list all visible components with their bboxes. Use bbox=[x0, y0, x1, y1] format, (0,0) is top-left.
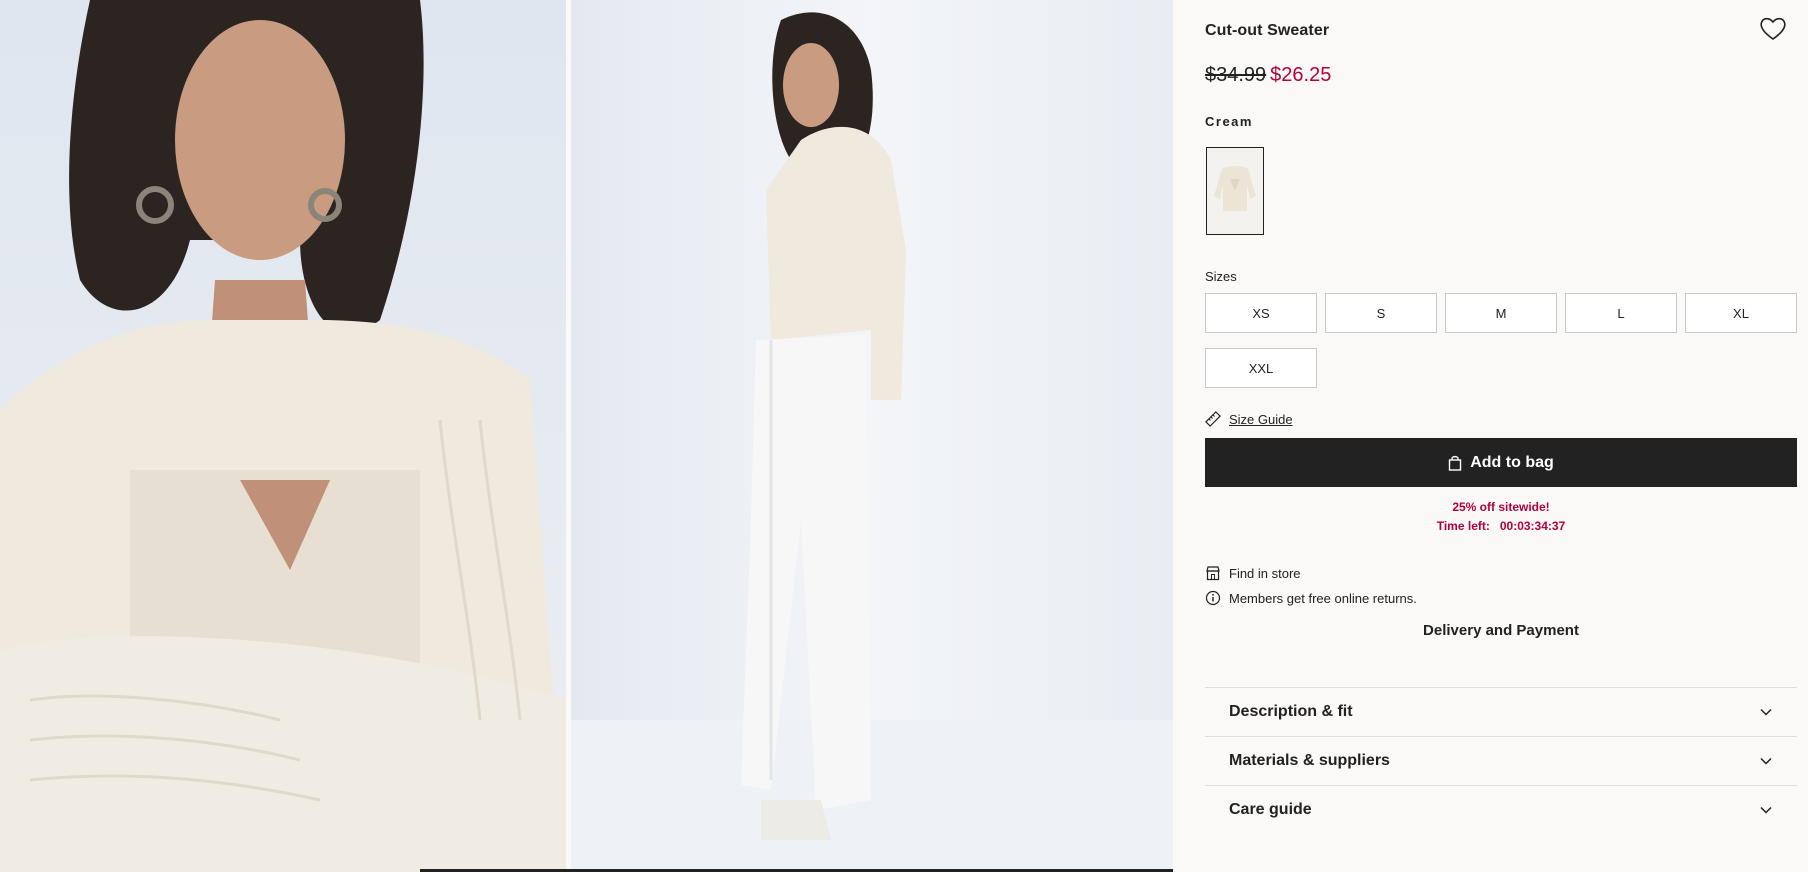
returns-info: Members get free online returns. bbox=[1205, 590, 1417, 606]
size-option-xl[interactable]: XL bbox=[1685, 293, 1797, 333]
product-image-closeup[interactable] bbox=[0, 0, 566, 872]
promo-banner: 25% off sitewide! Time left: 00:03:34:37 bbox=[1205, 498, 1797, 536]
countdown-value: 00:03:34:37 bbox=[1499, 519, 1566, 533]
countdown-label: Time left: bbox=[1436, 519, 1490, 533]
accordion-label: Care guide bbox=[1229, 801, 1312, 818]
product-info-panel: Cut-out Sweater $34.99 $26.25 Cream Sizes… bbox=[1205, 0, 1797, 872]
add-to-bag-label: Add to bag bbox=[1470, 453, 1554, 471]
ruler-icon bbox=[1205, 411, 1221, 427]
size-option-l[interactable]: L bbox=[1565, 293, 1677, 333]
price-block: $34.99 $26.25 bbox=[1205, 64, 1331, 87]
chevron-down-icon bbox=[1760, 708, 1772, 716]
find-in-store-link[interactable]: Find in store bbox=[1205, 565, 1301, 581]
size-guide-link[interactable]: Size Guide bbox=[1205, 411, 1293, 427]
promo-countdown: Time left: 00:03:34:37 bbox=[1205, 517, 1797, 536]
find-in-store-label: Find in store bbox=[1229, 565, 1301, 581]
chevron-down-icon bbox=[1760, 757, 1772, 765]
selected-color-label: Cream bbox=[1205, 114, 1253, 129]
product-title: Cut-out Sweater bbox=[1205, 22, 1330, 39]
accordion-materials-suppliers[interactable]: Materials & suppliers bbox=[1205, 736, 1797, 785]
info-icon bbox=[1205, 590, 1221, 606]
chevron-down-icon bbox=[1760, 806, 1772, 814]
sweater-thumbnail bbox=[1210, 151, 1260, 231]
returns-label: Members get free online returns. bbox=[1229, 590, 1417, 606]
size-option-xs[interactable]: XS bbox=[1205, 293, 1317, 333]
size-guide-label: Size Guide bbox=[1229, 411, 1293, 427]
size-option-s[interactable]: S bbox=[1325, 293, 1437, 333]
favorite-button[interactable] bbox=[1759, 16, 1787, 42]
promo-headline: 25% off sitewide! bbox=[1452, 500, 1550, 514]
color-swatch-cream[interactable] bbox=[1206, 147, 1264, 235]
product-image-full-body[interactable] bbox=[571, 0, 1173, 872]
size-option-xxl[interactable]: XXL bbox=[1205, 348, 1317, 388]
accordion-label: Description & fit bbox=[1229, 703, 1353, 720]
original-price: $34.99 bbox=[1205, 64, 1267, 86]
accordion-label: Materials & suppliers bbox=[1229, 752, 1390, 769]
accordion-description-fit[interactable]: Description & fit bbox=[1205, 687, 1797, 736]
sale-price: $26.25 bbox=[1270, 64, 1332, 86]
add-to-bag-button[interactable]: Add to bag bbox=[1205, 438, 1797, 487]
product-page: Cut-out Sweater $34.99 $26.25 Cream Sizes… bbox=[0, 0, 1808, 872]
accordion-care-guide[interactable]: Care guide bbox=[1205, 785, 1797, 834]
heart-icon bbox=[1760, 17, 1786, 40]
sizes-label: Sizes bbox=[1205, 269, 1237, 284]
size-option-m[interactable]: M bbox=[1445, 293, 1557, 333]
store-icon bbox=[1206, 566, 1220, 581]
delivery-payment-link[interactable]: Delivery and Payment bbox=[1205, 622, 1797, 639]
shopping-bag-icon bbox=[1449, 455, 1462, 471]
product-gallery bbox=[0, 0, 1173, 872]
